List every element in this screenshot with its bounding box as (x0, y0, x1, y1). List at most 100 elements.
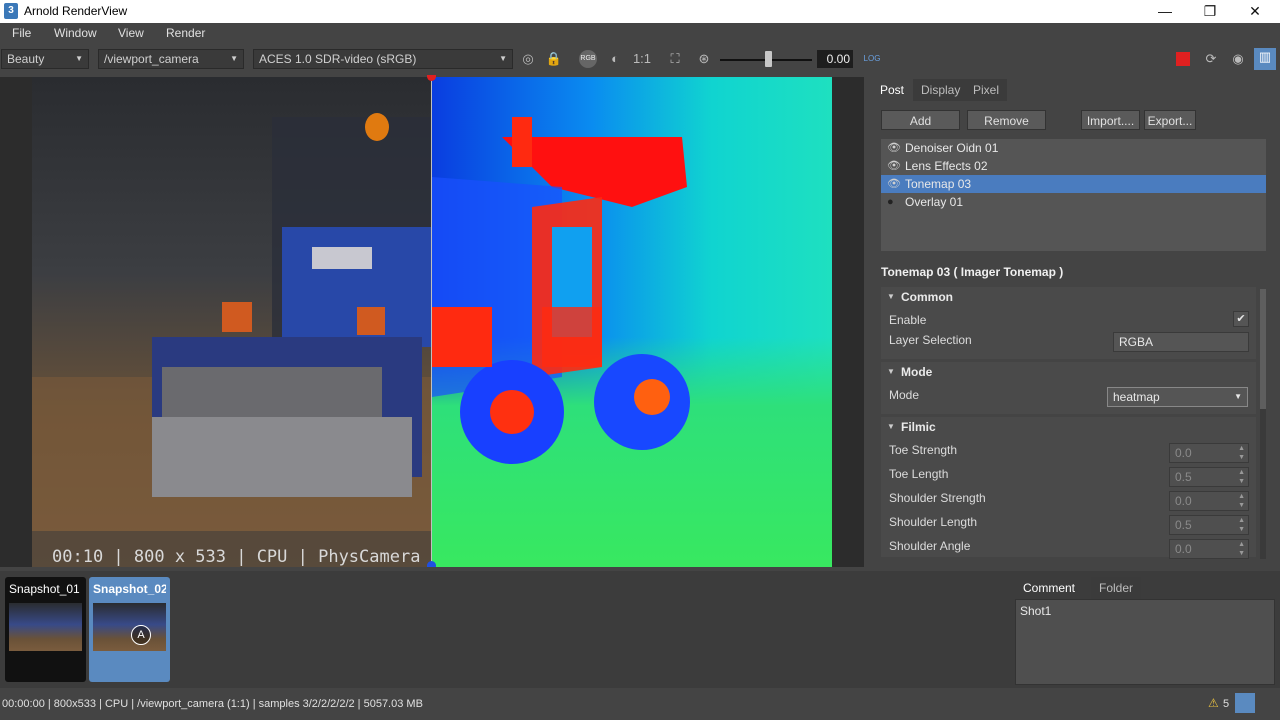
shoulder-angle-field[interactable]: 0.0 ▲ ▼ (1169, 539, 1249, 559)
eye-icon[interactable]: 👁 (887, 175, 901, 193)
chevron-down-icon: ▼ (499, 54, 507, 63)
chevron-down-icon: ▼ (1234, 392, 1242, 401)
lock-icon[interactable]: 🔒 (545, 50, 563, 68)
imager-item-label: Tonemap 03 (905, 177, 972, 191)
layer-selection-label: Layer Selection (889, 333, 972, 347)
warning-count: 5 (1223, 698, 1230, 710)
imager-item[interactable]: ● Overlay 01 (881, 193, 1266, 211)
exposure-slider-handle[interactable] (765, 51, 772, 67)
imager-item[interactable]: 👁 Lens Effects 02 (881, 157, 1266, 175)
view-transform-select[interactable]: ACES 1.0 SDR-video (sRGB) ▼ (253, 49, 513, 69)
toe-length-field[interactable]: 0.5 ▲ ▼ (1169, 467, 1249, 487)
shoulder-length-field[interactable]: 0.5 ▲ ▼ (1169, 515, 1249, 535)
frame-icon[interactable]: ⛶ (666, 50, 684, 68)
spinner-icon[interactable]: ▲ ▼ (1238, 492, 1245, 510)
menu-render[interactable]: Render (166, 26, 205, 40)
aperture-icon[interactable]: ⊛ (695, 50, 713, 68)
log-toggle[interactable]: LOG (863, 50, 881, 68)
add-imager-button[interactable]: Add (881, 110, 960, 130)
camera-select[interactable]: /viewport_camera ▼ (98, 49, 244, 69)
render-viewport[interactable]: 00:10 | 800 x 533 | CPU | PhysCamera (0, 75, 864, 567)
log-panel-button[interactable] (1235, 693, 1255, 713)
heatmap-truck (432, 117, 690, 464)
snapshot-item[interactable]: Snapshot_01 (5, 577, 86, 682)
enable-label: Enable (889, 313, 927, 327)
camera-select-value: /viewport_camera (104, 52, 199, 66)
field-value: 0.5 (1175, 518, 1192, 532)
layer-selection-field[interactable]: RGBA (1113, 332, 1249, 352)
toe-strength-label: Toe Strength (889, 443, 958, 457)
imager-item[interactable]: 👁 Denoiser Oidn 01 (881, 139, 1266, 157)
mode-select[interactable]: heatmap ▼ (1107, 387, 1248, 407)
render-image-heatmap (432, 77, 832, 567)
tab-comment[interactable]: Comment (1015, 577, 1084, 599)
exposure-field[interactable]: 0.00 (817, 50, 853, 68)
rgb-channel-button[interactable]: RGB (579, 50, 597, 68)
app-icon: 3 (4, 3, 18, 19)
imager-item-selected[interactable]: 👁 Tonemap 03 (881, 175, 1266, 193)
enable-checkbox[interactable]: ✔ (1233, 311, 1249, 327)
stop-render-button[interactable] (1176, 52, 1190, 66)
aov-select[interactable]: Beauty ▼ (1, 49, 89, 69)
crosshair-icon[interactable]: ◎ (519, 50, 537, 68)
warning-icon[interactable]: ⚠ (1208, 696, 1219, 710)
tab-folder[interactable]: Folder (1091, 577, 1142, 599)
field-value: 0.0 (1175, 446, 1192, 460)
shoulder-strength-field[interactable]: 0.0 ▲ ▼ (1169, 491, 1249, 511)
panel-toggle-icon[interactable]: ▥ (1254, 48, 1276, 70)
comment-textarea[interactable]: Shot1 (1015, 599, 1275, 685)
tab-display[interactable]: Display (913, 79, 969, 101)
ratio-button[interactable]: 1:1 (630, 50, 654, 68)
menu-window[interactable]: Window (54, 26, 97, 40)
import-button[interactable]: Import.... (1081, 110, 1140, 130)
compare-handle-bottom[interactable] (427, 561, 436, 567)
field-value: 0.0 (1175, 494, 1192, 508)
truck-render (32, 113, 432, 567)
compare-a-icon: A (131, 625, 151, 645)
eye-hidden-icon[interactable]: ● (887, 193, 894, 211)
filmic-section-header[interactable]: ▼ Filmic (881, 417, 1256, 437)
spinner-icon[interactable]: ▲ ▼ (1238, 516, 1245, 534)
remove-imager-button[interactable]: Remove (967, 110, 1046, 130)
section-title: Common (901, 290, 953, 304)
refresh-icon[interactable]: ⟳ (1202, 50, 1220, 68)
toe-strength-field[interactable]: 0.0 ▲ ▼ (1169, 443, 1249, 463)
maximize-button[interactable]: ❐ (1187, 0, 1233, 23)
toolbar: Beauty ▼ /viewport_camera ▼ ACES 1.0 SDR… (0, 45, 1280, 74)
export-button[interactable]: Export... (1144, 110, 1196, 130)
spinner-icon[interactable]: ▲ ▼ (1238, 444, 1245, 462)
properties-title: Tonemap 03 ( Imager Tonemap ) (881, 265, 1064, 279)
snapshot-item-selected[interactable]: Snapshot_02 A (89, 577, 170, 682)
menu-view[interactable]: View (118, 26, 144, 40)
snapshot-thumbnail (9, 603, 82, 651)
status-text: 00:00:00 | 800x533 | CPU | /viewport_cam… (2, 698, 423, 710)
section-title: Mode (901, 365, 933, 379)
shoulder-length-label: Shoulder Length (889, 515, 978, 529)
tab-post[interactable]: Post (872, 79, 913, 101)
tab-pixel[interactable]: Pixel (965, 79, 1008, 101)
menu-file[interactable]: File (12, 26, 31, 40)
interactive-icon[interactable]: ◉ (1229, 50, 1247, 68)
spinner-icon[interactable]: ▲ ▼ (1238, 540, 1245, 558)
field-value: 0.0 (1175, 542, 1192, 556)
imager-item-label: Lens Effects 02 (905, 159, 988, 173)
menu-bar: File Window View Render (0, 23, 1280, 43)
properties-scrollbar[interactable] (1260, 289, 1266, 559)
contrast-icon[interactable]: ◐ (606, 50, 624, 68)
chevron-down-icon: ▼ (75, 54, 83, 63)
compare-divider[interactable] (431, 77, 432, 567)
comment-area: Comment Folder Shot1 (1015, 575, 1275, 685)
imager-list: 👁 Denoiser Oidn 01 👁 Lens Effects 02 👁 T… (881, 139, 1266, 251)
aov-select-value: Beauty (7, 52, 45, 66)
mode-section-header[interactable]: ▼ Mode (881, 362, 1256, 382)
minimize-button[interactable]: — (1142, 0, 1188, 23)
filmic-section (881, 417, 1256, 557)
collapse-triangle-icon: ▼ (887, 422, 895, 431)
eye-icon[interactable]: 👁 (887, 157, 901, 175)
common-section-header[interactable]: ▼ Common (881, 287, 1256, 307)
scrollbar-thumb[interactable] (1260, 289, 1266, 409)
spinner-icon[interactable]: ▲ ▼ (1238, 468, 1245, 486)
view-transform-value: ACES 1.0 SDR-video (sRGB) (259, 52, 417, 66)
eye-icon[interactable]: 👁 (887, 139, 901, 157)
close-button[interactable]: ✕ (1232, 0, 1278, 23)
